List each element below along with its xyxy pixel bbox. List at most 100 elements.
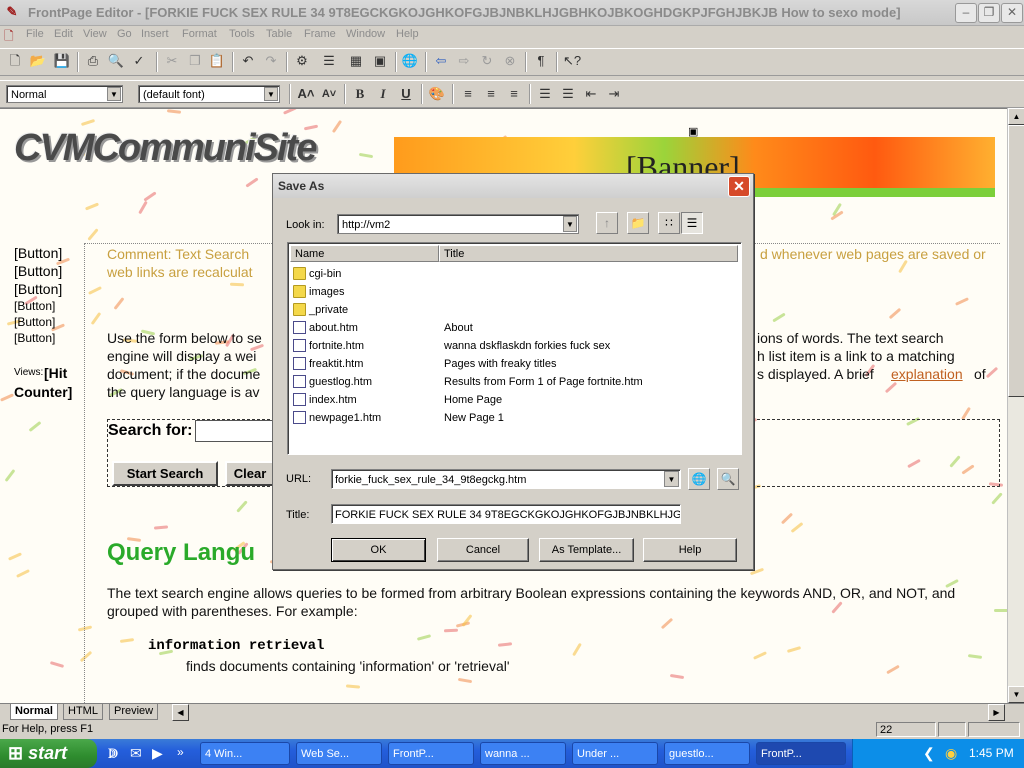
clock[interactable]: 1:45 PM [969, 746, 1014, 760]
quicklaunch-chevron-icon[interactable]: » [177, 745, 184, 759]
chevron-down-icon[interactable]: ▼ [107, 87, 121, 101]
search-input[interactable] [195, 420, 277, 442]
file-list-item[interactable]: freaktit.htm Pages with freaky titles [291, 355, 736, 373]
redo-icon[interactable]: ↷ [260, 50, 282, 72]
url-field[interactable]: forkie_fuck_sex_rule_34_9t8egckg.htm ▼ [331, 469, 681, 489]
menu-insert[interactable]: Insert [141, 28, 169, 40]
align-right-icon[interactable]: ≡ [503, 83, 525, 105]
file-list-item[interactable]: about.htm About [291, 319, 736, 337]
nav-button-1[interactable]: [Button] [14, 245, 62, 261]
task-guestlog[interactable]: guestlo... [664, 742, 750, 765]
task-frontpage[interactable]: FrontP... [388, 742, 474, 765]
menu-window[interactable]: Window [346, 28, 385, 40]
nav-button-3[interactable]: [Button] [14, 281, 62, 297]
webbot-icon[interactable]: ⚙ [291, 50, 313, 72]
back-icon[interactable]: ⇦ [430, 50, 452, 72]
undo-icon[interactable]: ↶ [237, 50, 259, 72]
minimize-button[interactable]: – [955, 3, 977, 23]
file-list-item[interactable]: newpage1.htm New Page 1 [291, 409, 736, 427]
spelling-icon[interactable]: ✓ [128, 50, 150, 72]
align-left-icon[interactable]: ≡ [457, 83, 479, 105]
browse-web-icon[interactable]: 🌐 [688, 468, 710, 490]
explanation-link[interactable]: explanation [891, 365, 971, 383]
nav-button-4[interactable]: [Button] [14, 299, 55, 313]
show-all-icon[interactable]: ¶ [530, 50, 552, 72]
chevron-down-icon[interactable]: ▼ [664, 471, 679, 487]
column-title[interactable]: Title [439, 245, 738, 262]
scroll-right-icon[interactable]: ▶ [988, 704, 1005, 721]
refresh-icon[interactable]: ↻ [476, 50, 498, 72]
menu-format[interactable]: Format [182, 28, 217, 40]
table-icon[interactable]: ▦ [345, 50, 367, 72]
numbered-list-icon[interactable]: ☰ [534, 83, 556, 105]
scroll-down-icon[interactable]: ▼ [1008, 686, 1024, 703]
look-in-select[interactable]: http://vm2 ▼ [337, 214, 579, 234]
file-list-item[interactable]: images [291, 283, 736, 301]
copy-icon[interactable]: ❐ [184, 50, 206, 72]
bullet-list-icon[interactable]: ☰ [557, 83, 579, 105]
new-folder-icon[interactable]: 📁 [627, 212, 649, 234]
forward-icon[interactable]: ⇨ [453, 50, 475, 72]
hyperlink-icon[interactable]: 🌐 [399, 50, 421, 72]
nav-button-2[interactable]: [Button] [14, 263, 62, 279]
menu-view[interactable]: View [83, 28, 107, 40]
start-search-button[interactable]: Start Search [112, 461, 218, 486]
open-icon[interactable]: 📂 [27, 50, 49, 72]
align-center-icon[interactable]: ≡ [480, 83, 502, 105]
stop-icon[interactable]: ⊗ [499, 50, 521, 72]
menu-tools[interactable]: Tools [229, 28, 255, 40]
save-icon[interactable]: 💾 [51, 50, 73, 72]
print-icon[interactable]: ⎙ [82, 50, 104, 72]
cut-icon[interactable]: ✂ [161, 50, 183, 72]
paste-icon[interactable]: 📋 [206, 50, 228, 72]
list-view-icon[interactable]: ∷ [658, 212, 680, 234]
form-field-icon[interactable]: ☰ [318, 50, 340, 72]
frontpage-icon[interactable]: ✎ [4, 5, 20, 19]
restore-button[interactable]: ❐ [978, 3, 1000, 23]
security-icon[interactable]: ◉ [945, 745, 957, 762]
file-list-item[interactable]: guestlog.htm Results from Form 1 of Page … [291, 373, 736, 391]
menu-help[interactable]: Help [396, 28, 419, 40]
task-windows-explorer[interactable]: 4 Win... [200, 742, 290, 765]
scroll-up-icon[interactable]: ▲ [1008, 108, 1024, 125]
media-player-icon[interactable]: ▶ [152, 745, 163, 762]
tab-preview[interactable]: Preview [109, 704, 159, 720]
outlook-icon[interactable]: ✉ [130, 745, 142, 762]
menu-table[interactable]: Table [266, 28, 292, 40]
clear-button[interactable]: Clear [225, 461, 275, 486]
dialog-close-button[interactable]: ✕ [728, 176, 750, 197]
as-template-button[interactable]: As Template... [539, 538, 634, 562]
text-color-icon[interactable]: 🎨 [426, 83, 448, 105]
chevron-down-icon[interactable]: ▼ [264, 87, 278, 101]
image-icon[interactable]: ▣ [369, 50, 391, 72]
menu-frame[interactable]: Frame [304, 28, 336, 40]
file-list[interactable]: Name Title cgi-bin images _private about.ht… [287, 242, 742, 455]
increase-font-icon[interactable]: A˄ [295, 83, 317, 105]
column-name[interactable]: Name [290, 245, 439, 262]
tray-arrow-icon[interactable]: ❮ [923, 745, 935, 762]
bold-icon[interactable]: B [349, 83, 371, 105]
tab-html[interactable]: HTML [63, 704, 103, 720]
menu-go[interactable]: Go [117, 28, 132, 40]
file-list-item[interactable]: cgi-bin [291, 265, 736, 283]
tab-normal[interactable]: Normal [10, 704, 58, 720]
document-icon[interactable]: 🗋 [4, 27, 16, 43]
scroll-left-icon[interactable]: ◀ [172, 704, 189, 721]
start-button[interactable]: ⊞ start [0, 739, 97, 768]
file-list-item[interactable]: _private [291, 301, 736, 319]
details-view-icon[interactable]: ☰ [681, 212, 703, 234]
ok-button[interactable]: OK [331, 538, 426, 562]
help-button[interactable]: Help [643, 538, 737, 562]
nav-button-5[interactable]: [Button] [14, 315, 55, 329]
ie-icon[interactable]: ↇ [108, 745, 118, 762]
increase-indent-icon[interactable]: ⇥ [603, 83, 625, 105]
decrease-indent-icon[interactable]: ⇤ [580, 83, 602, 105]
new-icon[interactable]: 🗋 [4, 50, 26, 72]
print-preview-icon[interactable]: 🔍 [105, 50, 127, 72]
cancel-button[interactable]: Cancel [437, 538, 529, 562]
up-folder-icon[interactable]: ↑ [596, 212, 618, 234]
help-pointer-icon[interactable]: ↖? [561, 50, 583, 72]
close-button[interactable]: ✕ [1001, 3, 1023, 23]
menu-edit[interactable]: Edit [54, 28, 73, 40]
menu-file[interactable]: File [26, 28, 44, 40]
